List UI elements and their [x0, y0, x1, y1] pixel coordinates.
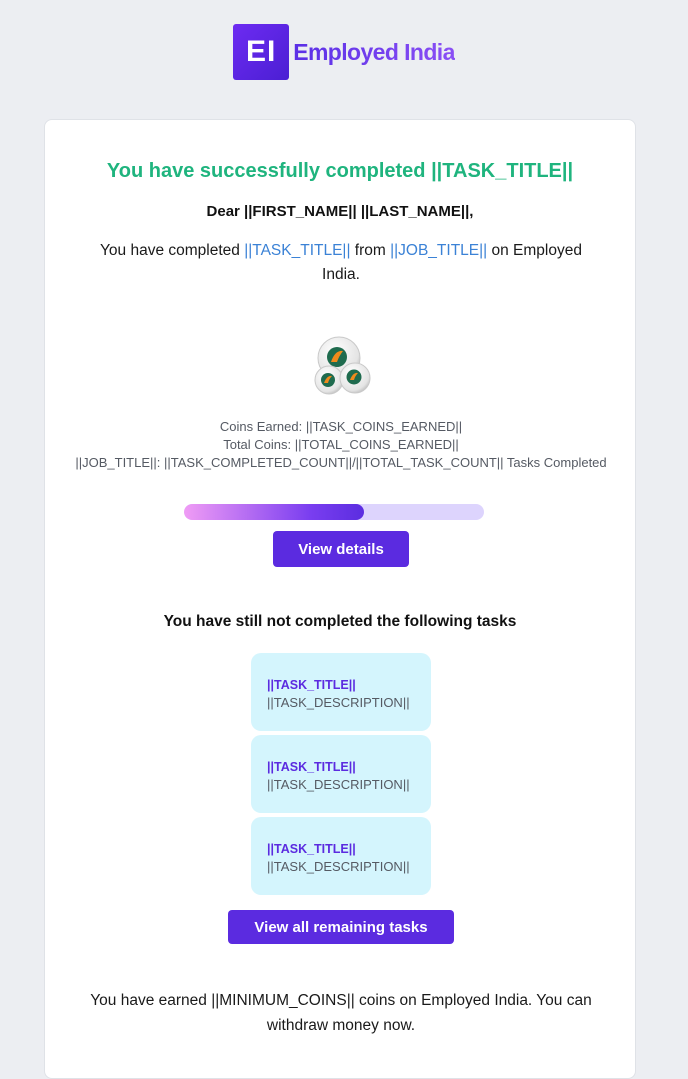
- task-card[interactable]: ||TASK_TITLE|| ||TASK_DESCRIPTION||: [251, 735, 431, 813]
- coins-earned-text: Coins Earned: ||TASK_COINS_EARNED||: [219, 419, 463, 434]
- brand-name: Employed India: [293, 38, 455, 65]
- task-card-description: ||TASK_DESCRIPTION||: [267, 777, 410, 792]
- task-card[interactable]: ||TASK_TITLE|| ||TASK_DESCRIPTION||: [251, 817, 431, 895]
- completed-prefix: You have completed: [100, 242, 245, 259]
- job-title-link[interactable]: ||JOB_TITLE||: [390, 242, 487, 259]
- task-card-title: ||TASK_TITLE||: [267, 678, 356, 692]
- view-details-button[interactable]: View details: [273, 531, 409, 567]
- task-card-description: ||TASK_DESCRIPTION||: [267, 695, 410, 710]
- task-card-description: ||TASK_DESCRIPTION||: [267, 859, 410, 874]
- pending-task-list: ||TASK_TITLE|| ||TASK_DESCRIPTION|| ||TA…: [251, 653, 431, 899]
- completed-middle: from: [350, 242, 391, 259]
- logo-mark: EI: [233, 24, 290, 80]
- earned-message: You have earned ||MINIMUM_COINS|| coins …: [90, 992, 592, 1034]
- progress-fill: [184, 504, 364, 520]
- view-remaining-tasks-button[interactable]: View all remaining tasks: [228, 910, 454, 944]
- task-progress-bar: [184, 504, 484, 520]
- task-card[interactable]: ||TASK_TITLE|| ||TASK_DESCRIPTION||: [251, 653, 431, 731]
- tasks-completed-text: ||JOB_TITLE||: ||TASK_COMPLETED_COUNT||/…: [75, 455, 607, 470]
- total-coins-text: Total Coins: ||TOTAL_COINS_EARNED||: [223, 437, 459, 452]
- page-title: You have successfully completed ||TASK_T…: [106, 160, 574, 182]
- greeting: Dear ||FIRST_NAME|| ||LAST_NAME||,: [206, 203, 474, 220]
- completed-message: You have completed ||TASK_TITLE|| from |…: [81, 239, 601, 287]
- pending-tasks-heading: You have still not completed the followi…: [163, 613, 517, 630]
- header: EI Employed India: [0, 24, 688, 80]
- coins-icon: [309, 336, 373, 398]
- task-title-link[interactable]: ||TASK_TITLE||: [244, 242, 350, 259]
- email-card: You have successfully completed ||TASK_T…: [44, 119, 636, 1079]
- coin-stats: Coins Earned: ||TASK_COINS_EARNED|| Tota…: [75, 418, 607, 472]
- task-card-title: ||TASK_TITLE||: [267, 842, 356, 856]
- task-card-title: ||TASK_TITLE||: [267, 760, 356, 774]
